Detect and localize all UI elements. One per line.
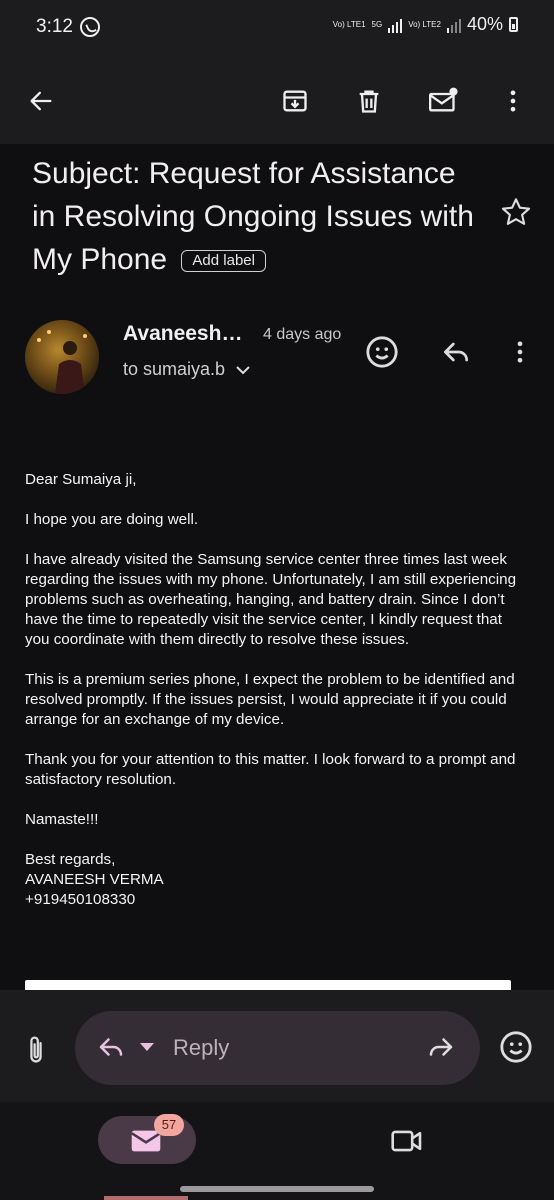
signature: Best regards, AVANEESH VERMA +9194501083…	[25, 850, 525, 910]
signal-1-icon	[388, 17, 403, 33]
star-icon[interactable]	[500, 196, 532, 233]
top-app-bar	[0, 58, 554, 144]
reply-icon[interactable]	[436, 332, 476, 372]
email-subject: Subject: Request for Assistance in Resol…	[32, 152, 487, 281]
emoji-icon[interactable]	[499, 1030, 533, 1069]
email-time: 4 days ago	[263, 326, 342, 343]
back-arrow-icon[interactable]	[18, 78, 64, 124]
network-2-label: Vo) LTE2	[408, 20, 441, 29]
emoji-reaction-icon[interactable]	[362, 332, 402, 372]
whatsapp-icon	[80, 17, 100, 37]
forward-icon[interactable]	[425, 1032, 457, 1067]
mark-unread-icon[interactable]	[420, 78, 466, 124]
body-paragraph: I have already visited the Samsung servi…	[25, 551, 517, 648]
recipient-label: to sumaiya.b	[123, 359, 226, 379]
chevron-down-icon	[236, 365, 250, 374]
network-1-label: Vo) LTE1	[332, 20, 366, 29]
avatar[interactable]	[25, 320, 99, 394]
attachment-icon[interactable]	[22, 1034, 50, 1071]
message-more-icon[interactable]	[500, 332, 540, 372]
battery-icon	[509, 17, 518, 32]
body-paragraph: Dear Sumaiya ji,	[25, 471, 137, 488]
reply-options-caret-icon[interactable]	[140, 1043, 154, 1051]
signal-2-icon	[446, 17, 461, 33]
meet-video-icon[interactable]	[390, 1128, 424, 1159]
status-bar: 3:12 Vo) LTE1 5G Vo) LTE2 40%	[0, 0, 554, 58]
5g-label: 5G	[371, 20, 383, 29]
body-paragraph: This is a premium series phone, I expect…	[25, 671, 515, 728]
trash-icon[interactable]	[346, 78, 392, 124]
signature-line: Best regards,	[25, 851, 116, 868]
signature-line: +919450108330	[25, 891, 136, 908]
signature-line: AVANEESH VERMA	[25, 871, 164, 888]
status-indicators: Vo) LTE1 5G Vo) LTE2 40%	[333, 14, 518, 35]
reply-mode-icon[interactable]	[95, 1032, 127, 1067]
unread-count-badge: 57	[154, 1114, 184, 1136]
reply-placeholder[interactable]: Reply	[173, 1035, 229, 1061]
recipient-details[interactable]: to sumaiya.b	[123, 359, 251, 380]
battery-percent: 40%	[466, 14, 503, 34]
tab-indicator	[104, 1196, 188, 1200]
body-paragraph: I hope you are doing well.	[25, 511, 199, 528]
email-body: Dear Sumaiya ji, I hope you are doing we…	[25, 470, 525, 910]
archive-icon[interactable]	[272, 78, 318, 124]
sender-name[interactable]: Avaneesh…	[123, 322, 242, 346]
gesture-bar[interactable]	[180, 1186, 374, 1192]
more-vert-icon[interactable]	[490, 78, 536, 124]
body-paragraph: Thank you for your attention to this mat…	[25, 751, 516, 788]
reply-input[interactable]	[75, 1011, 480, 1085]
add-label-button[interactable]: Add label	[181, 250, 266, 272]
body-paragraph: Namaste!!!	[25, 811, 99, 828]
status-time: 3:12	[36, 16, 73, 37]
